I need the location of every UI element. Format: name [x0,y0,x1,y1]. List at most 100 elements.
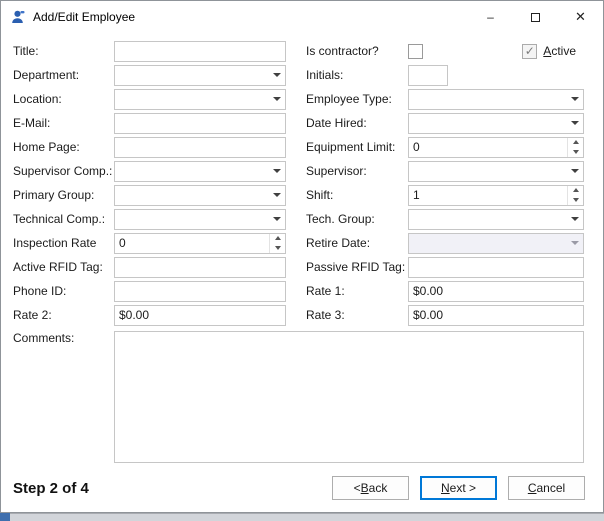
cancel-button[interactable]: Cancel [508,476,585,500]
form-row: Primary Group: Shift: [13,183,603,207]
form-row: E-Mail: Date Hired: [13,111,603,135]
form-row: Technical Comp.: Tech. Group: [13,207,603,231]
inspection-rate-input[interactable] [115,234,269,253]
chevron-down-icon [571,121,579,125]
shift-spinner [408,185,584,206]
back-button[interactable]: < Back [332,476,409,500]
equipment-limit-input[interactable] [409,138,567,157]
active-rfid-tag-input[interactable] [114,257,286,278]
background-window-strip [0,513,604,521]
inspection-rate-label: Inspection Rate [13,236,114,250]
rate-2-input[interactable] [114,305,286,326]
employee-type-dropdown[interactable] [408,89,584,110]
retire-date-dropdown [408,233,584,254]
rate-1-input[interactable] [408,281,584,302]
minimize-button[interactable]: – [468,1,513,33]
step-indicator: Step 2 of 4 [13,480,89,497]
shift-label: Shift: [306,188,408,202]
active-checkbox[interactable]: ✓ [522,44,537,59]
retire-date-label: Retire Date: [306,236,408,250]
primary-group-label: Primary Group: [13,188,114,202]
initials-input[interactable] [408,65,448,86]
email-label: E-Mail: [13,116,114,130]
window-controls: – ✕ [468,1,603,33]
primary-group-dropdown[interactable] [114,185,286,206]
inspection-rate-spinner [114,233,286,254]
employee-form: Title: Is contractor? ✓ Active Departmen… [1,33,603,463]
technical-comp-dropdown[interactable] [114,209,286,230]
spinner-up-icon[interactable] [270,234,285,244]
email-input[interactable] [114,113,286,134]
rate-3-label: Rate 3: [306,308,408,322]
spinner-down-icon[interactable] [270,243,285,253]
chevron-down-icon [273,97,281,101]
active-label: Active [543,44,576,58]
maximize-icon [531,13,540,22]
supervisor-comp-dropdown[interactable] [114,161,286,182]
supervisor-comp-label: Supervisor Comp.: [13,164,114,178]
close-button[interactable]: ✕ [558,1,603,33]
active-rfid-tag-label: Active RFID Tag: [13,260,114,274]
employee-type-label: Employee Type: [306,92,408,106]
is-contractor-label: Is contractor? [306,44,408,58]
shift-input[interactable] [409,186,567,205]
rate-3-input[interactable] [408,305,584,326]
rate-2-label: Rate 2: [13,308,114,322]
phone-id-label: Phone ID: [13,284,114,298]
form-row: Title: Is contractor? ✓ Active [13,39,603,63]
spinner-down-icon[interactable] [568,147,583,157]
home-page-input[interactable] [114,137,286,158]
chevron-down-icon [273,193,281,197]
location-dropdown[interactable] [114,89,286,110]
form-row: Supervisor Comp.: Supervisor: [13,159,603,183]
tech-group-dropdown[interactable] [408,209,584,230]
passive-rfid-tag-input[interactable] [408,257,584,278]
date-hired-dropdown[interactable] [408,113,584,134]
chevron-down-icon [273,169,281,173]
dialog-footer: Step 2 of 4 < Back Next > Cancel [1,476,603,512]
tech-group-label: Tech. Group: [306,212,408,226]
add-edit-employee-dialog: Add/Edit Employee – ✕ Title: Is contract… [0,0,604,513]
date-hired-label: Date Hired: [306,116,408,130]
employee-person-icon [10,9,26,25]
chevron-down-icon [273,217,281,221]
window-title: Add/Edit Employee [33,10,135,24]
spinner-up-icon[interactable] [568,138,583,148]
spinner-up-icon[interactable] [568,186,583,196]
chevron-down-icon [571,169,579,173]
supervisor-label: Supervisor: [306,164,408,178]
chevron-down-icon [571,97,579,101]
next-button[interactable]: Next > [420,476,497,500]
maximize-button[interactable] [513,1,558,33]
button-group: < Back Next > Cancel [332,476,585,500]
comments-textarea[interactable] [114,331,584,463]
minimize-icon: – [487,10,494,24]
chevron-down-icon [571,241,579,245]
background-accent [0,513,10,521]
form-row: Location: Employee Type: [13,87,603,111]
passive-rfid-tag-label: Passive RFID Tag: [306,260,408,274]
equipment-limit-label: Equipment Limit: [306,140,408,154]
form-row: Phone ID: Rate 1: [13,279,603,303]
spinner-down-icon[interactable] [568,195,583,205]
form-row: Inspection Rate Retire Date: [13,231,603,255]
chevron-down-icon [571,217,579,221]
supervisor-dropdown[interactable] [408,161,584,182]
chevron-down-icon [273,73,281,77]
location-label: Location: [13,92,114,106]
title-bar: Add/Edit Employee – ✕ [1,1,603,33]
is-contractor-checkbox[interactable] [408,44,423,59]
department-dropdown[interactable] [114,65,286,86]
form-row: Comments: [13,331,603,463]
form-row: Home Page: Equipment Limit: [13,135,603,159]
form-row: Active RFID Tag: Passive RFID Tag: [13,255,603,279]
phone-id-input[interactable] [114,281,286,302]
initials-label: Initials: [306,68,408,82]
title-label: Title: [13,44,114,58]
title-input[interactable] [114,41,286,62]
equipment-limit-spinner [408,137,584,158]
comments-label: Comments: [13,331,114,345]
technical-comp-label: Technical Comp.: [13,212,114,226]
close-icon: ✕ [575,9,586,25]
department-label: Department: [13,68,114,82]
